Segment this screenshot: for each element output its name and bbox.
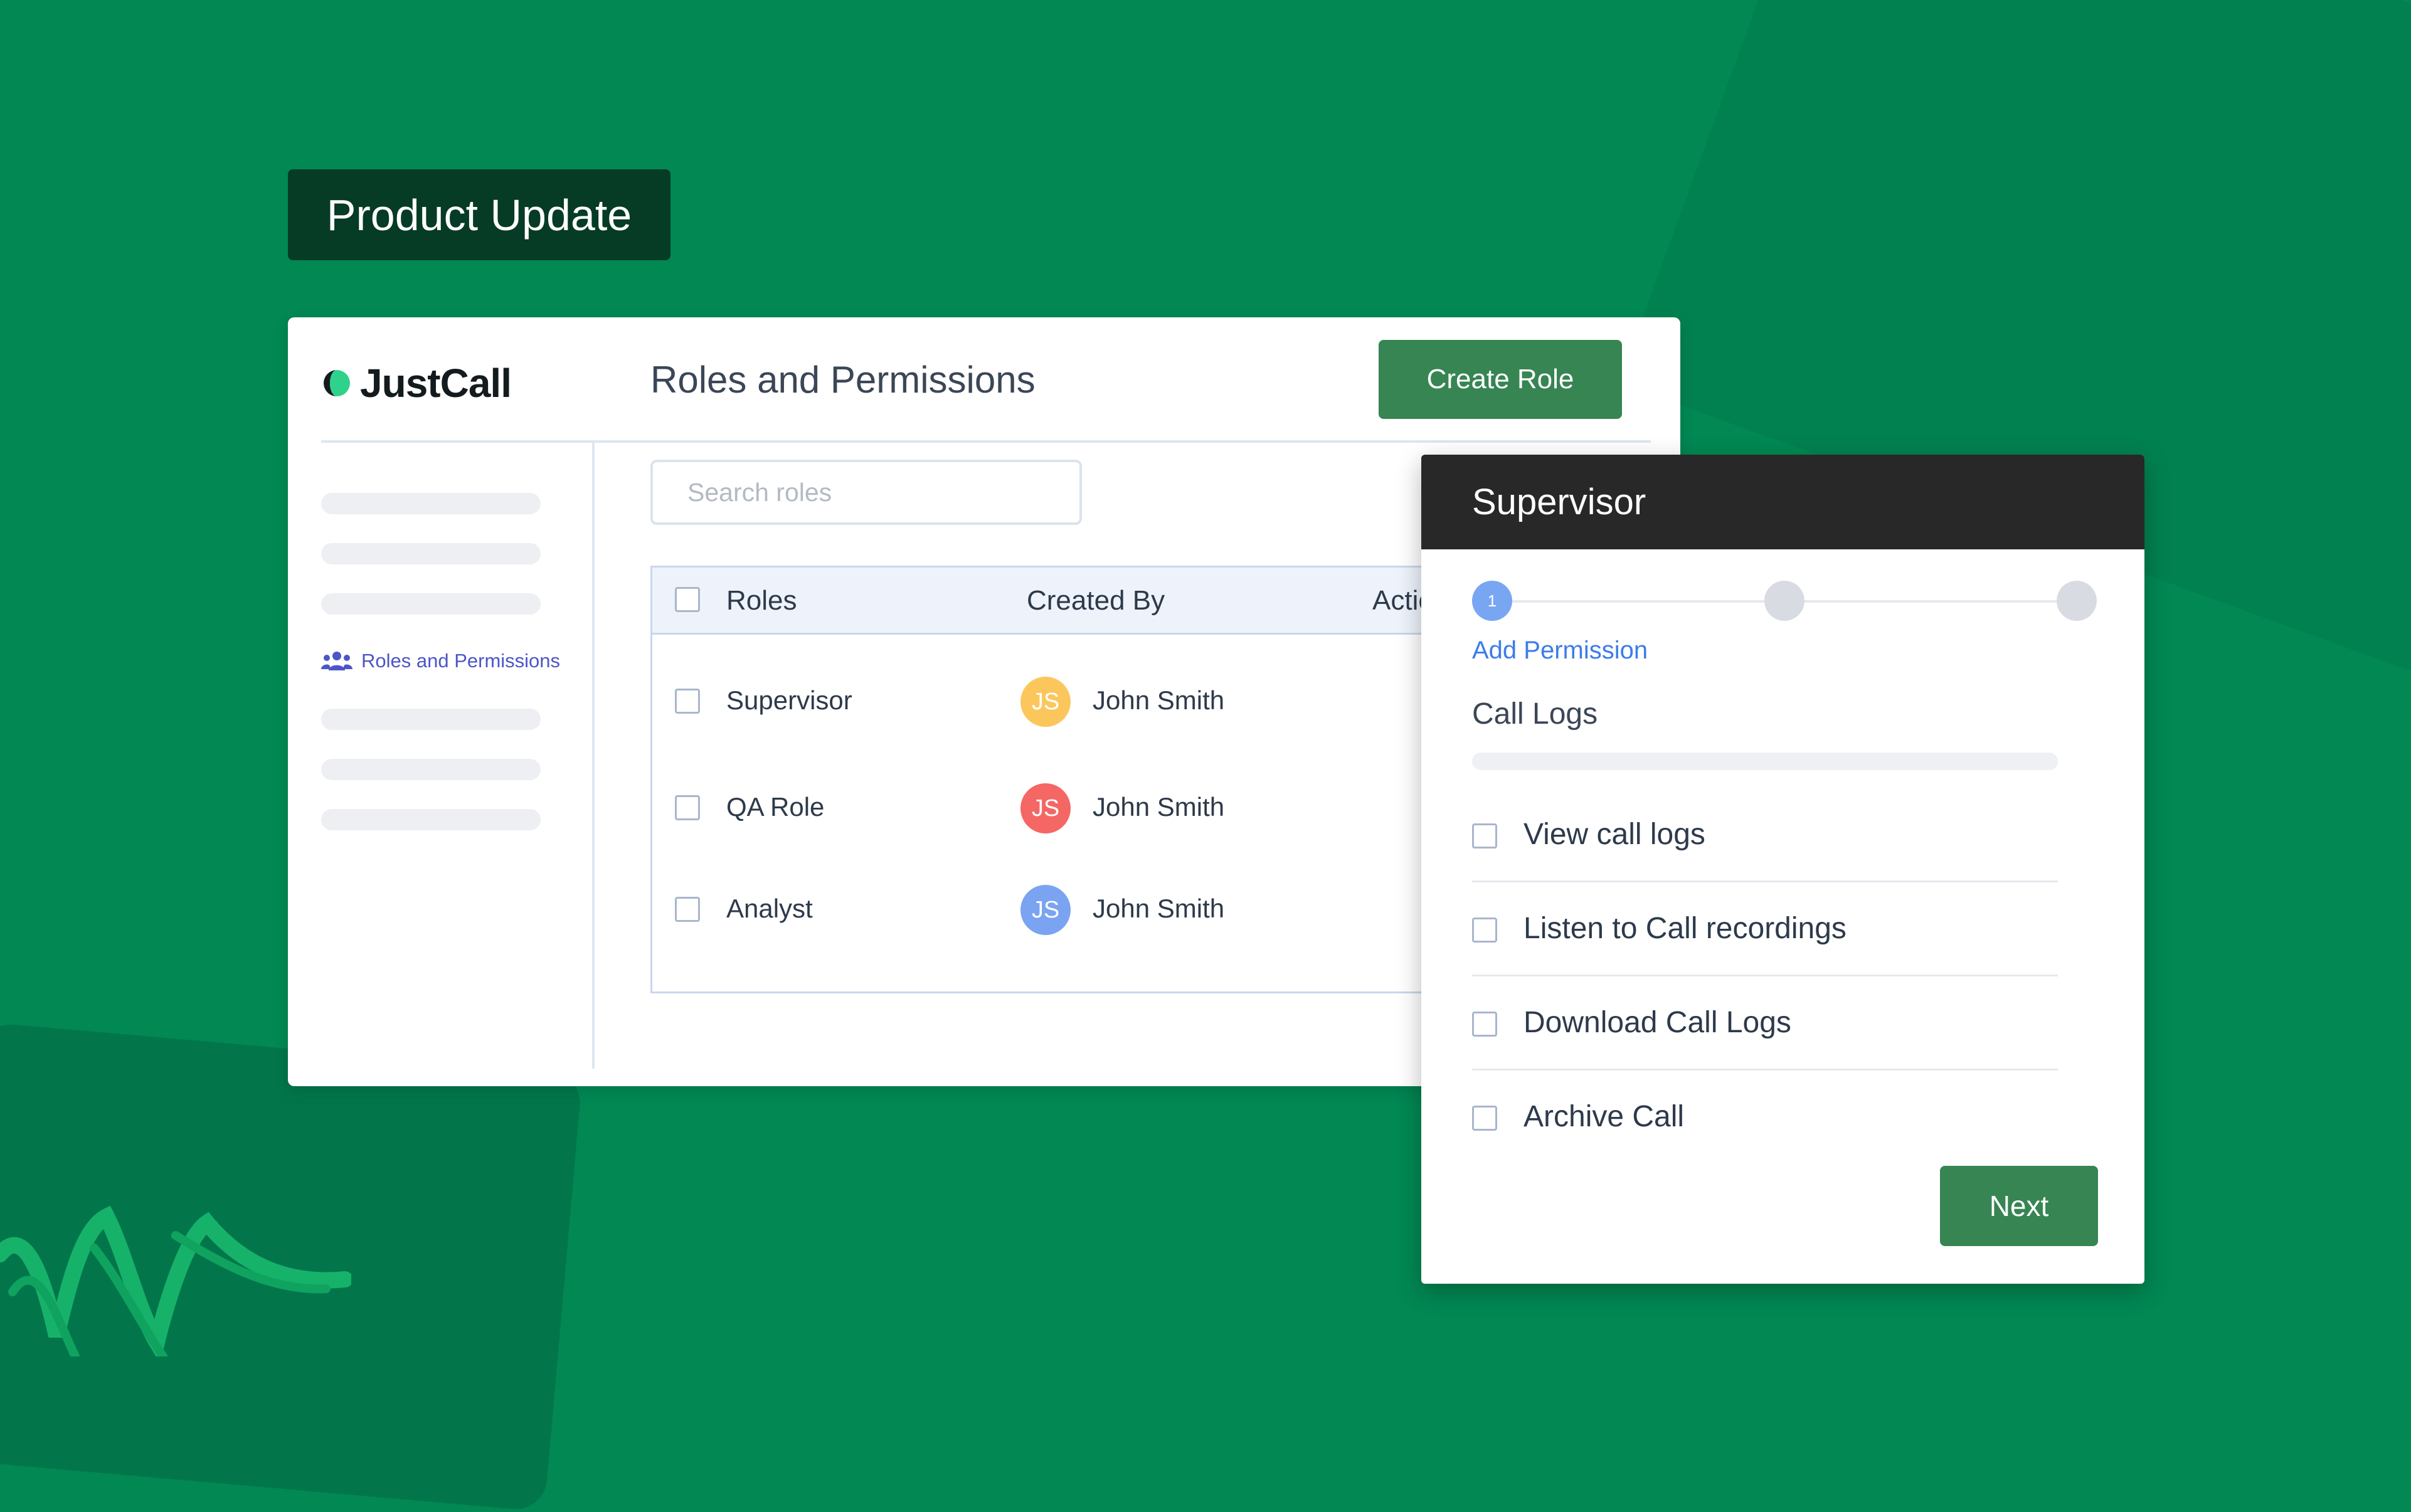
- sidebar-item-placeholder[interactable]: [321, 593, 541, 615]
- role-name: Supervisor: [726, 685, 852, 715]
- stepper-connector: [1512, 600, 1764, 603]
- permission-label: Archive Call: [1523, 1100, 1685, 1133]
- step-2[interactable]: [1764, 581, 1804, 621]
- select-all-checkbox[interactable]: [675, 587, 700, 612]
- permission-item[interactable]: Archive Call: [1472, 1071, 2058, 1165]
- sidebar-item-placeholder[interactable]: [321, 709, 541, 730]
- panel-title: Supervisor: [1472, 482, 1646, 522]
- page-title: Roles and Permissions: [650, 359, 1036, 401]
- permission-label: Listen to Call recordings: [1523, 912, 1847, 945]
- justcall-logo-icon: [324, 370, 350, 396]
- sidebar-item-placeholder[interactable]: [321, 493, 541, 514]
- sidebar-item-roles-and-permissions[interactable]: Roles and Permissions: [321, 650, 560, 672]
- logo: JustCall: [322, 358, 512, 408]
- permission-label: View call logs: [1523, 818, 1705, 851]
- creator-name: John Smith: [1093, 894, 1225, 923]
- logo-text: JustCall: [360, 361, 512, 406]
- users-icon: [321, 652, 352, 670]
- avatar: JS: [1020, 677, 1071, 727]
- create-role-button[interactable]: Create Role: [1379, 340, 1622, 419]
- role-name: Analyst: [726, 894, 813, 923]
- sidebar-divider: [592, 441, 595, 1069]
- creator-name: John Smith: [1093, 792, 1225, 822]
- avatar: JS: [1020, 885, 1071, 935]
- permission-checkbox[interactable]: [1472, 823, 1497, 849]
- column-header-created-by[interactable]: Created By: [1027, 585, 1165, 616]
- next-button[interactable]: Next: [1940, 1166, 2098, 1246]
- permission-label: Download Call Logs: [1523, 1006, 1791, 1039]
- permission-item[interactable]: View call logs: [1472, 788, 2058, 882]
- step-label: Add Permission: [1472, 637, 1648, 664]
- permission-item[interactable]: Listen to Call recordings: [1472, 882, 2058, 976]
- role-permissions-panel: Supervisor 1 Add Permission Call Logs Vi…: [1421, 455, 2144, 1284]
- role-name: QA Role: [726, 792, 825, 822]
- row-checkbox[interactable]: [675, 795, 700, 820]
- sidebar-item-placeholder[interactable]: [321, 759, 541, 780]
- section-title: Call Logs: [1472, 697, 1598, 731]
- permission-checkbox[interactable]: [1472, 917, 1497, 943]
- creator-name: John Smith: [1093, 685, 1225, 715]
- sidebar-item-label: Roles and Permissions: [361, 650, 561, 672]
- section-progress-bar: [1472, 753, 2058, 770]
- sidebar-item-placeholder[interactable]: [321, 543, 541, 564]
- row-checkbox[interactable]: [675, 897, 700, 922]
- row-checkbox[interactable]: [675, 689, 700, 714]
- stepper-connector: [1804, 600, 2057, 603]
- permission-checkbox[interactable]: [1472, 1106, 1497, 1131]
- product-update-badge: Product Update: [288, 169, 670, 260]
- step-3[interactable]: [2057, 581, 2097, 621]
- column-header-roles[interactable]: Roles: [726, 585, 797, 616]
- sidebar-item-placeholder[interactable]: [321, 809, 541, 830]
- header-divider: [321, 440, 1651, 443]
- badge-label: Product Update: [326, 190, 632, 240]
- scribble-decoration: [0, 1205, 351, 1356]
- avatar: JS: [1020, 783, 1071, 833]
- search-input[interactable]: [650, 460, 1082, 525]
- permission-item[interactable]: Download Call Logs: [1472, 976, 2058, 1071]
- permission-checkbox[interactable]: [1472, 1012, 1497, 1037]
- step-1[interactable]: 1: [1472, 581, 1512, 621]
- panel-header: Supervisor: [1421, 455, 2144, 549]
